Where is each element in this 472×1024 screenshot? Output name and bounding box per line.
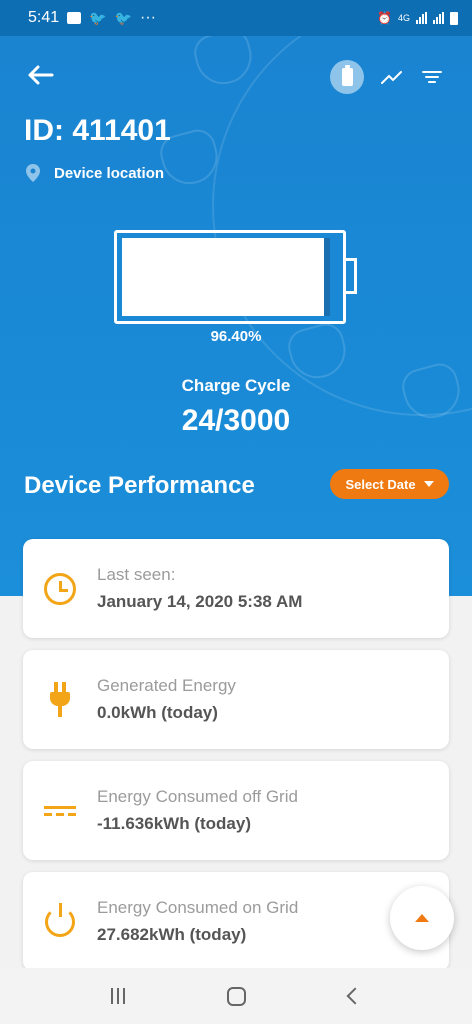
card-value: -11.636kWh (today): [97, 814, 251, 833]
last-seen-card: Last seen: January 14, 2020 5:38 AM: [23, 539, 449, 638]
device-location-link[interactable]: Device location: [26, 164, 164, 182]
select-date-label: Select Date: [345, 476, 416, 492]
card-label: Energy Consumed on Grid: [97, 898, 299, 917]
card-label: Last seen:: [97, 565, 176, 584]
dc-current-icon: [44, 804, 76, 818]
scroll-to-top-button[interactable]: [390, 886, 454, 950]
twitter-icon: 🐦: [114, 9, 133, 26]
card-value: 0.0kWh (today): [97, 703, 218, 722]
home-button[interactable]: [227, 986, 247, 1006]
plug-icon: [50, 681, 70, 718]
signal-icon: [416, 12, 427, 24]
battery-fill: [122, 238, 331, 316]
system-back-button[interactable]: [346, 987, 364, 1005]
system-navigation-bar: [0, 968, 472, 1024]
card-value: January 14, 2020 5:38 AM: [97, 592, 303, 611]
device-header: ID: 411401 Device location 96.40% Charge…: [0, 36, 472, 596]
section-title: Device Performance: [24, 472, 255, 499]
select-date-button[interactable]: Select Date: [330, 469, 449, 499]
card-value: 27.682kWh (today): [97, 925, 247, 944]
recent-apps-button[interactable]: [111, 988, 126, 1004]
twitter-icon: 🐦: [89, 9, 107, 26]
power-icon: [45, 902, 75, 937]
battery-percent: 96.40%: [210, 328, 262, 345]
battery-gauge: [114, 230, 346, 324]
gallery-icon: [67, 12, 82, 24]
status-time: 5:41: [28, 9, 60, 26]
battery-terminal: [345, 258, 357, 294]
device-id: ID: 411401: [24, 114, 171, 147]
signal-icon: [433, 12, 444, 24]
charge-cycle-label: Charge Cycle: [181, 376, 291, 395]
off-grid-energy-card: Energy Consumed off Grid -11.636kWh (tod…: [23, 761, 449, 860]
location-pin-icon: [26, 164, 40, 182]
battery-icon: [341, 65, 353, 86]
clock-icon: [44, 572, 76, 605]
trending-up-icon: [381, 71, 402, 84]
arrow-left-icon: [28, 65, 54, 85]
background-shape: [190, 36, 258, 91]
more-notifications: ···: [140, 9, 156, 26]
filter-button[interactable]: [420, 65, 444, 89]
generated-energy-card: Generated Energy 0.0kWh (today): [23, 650, 449, 749]
battery-status-icon: [450, 11, 458, 25]
arrow-up-icon: [415, 914, 429, 922]
battery-view-button[interactable]: [330, 60, 364, 94]
card-label: Generated Energy: [97, 676, 236, 695]
network-type: 4G: [397, 13, 410, 23]
dropdown-arrow-icon: [423, 481, 434, 487]
back-button[interactable]: [26, 64, 56, 90]
location-label: Device location: [54, 164, 165, 182]
trend-chart-button[interactable]: [380, 65, 404, 89]
on-grid-energy-card: Energy Consumed on Grid 27.682kWh (today…: [23, 872, 449, 971]
status-bar: 5:41 🐦 🐦 ··· ⏰ 4G: [0, 0, 472, 36]
filter-icon: [422, 71, 442, 83]
card-label: Energy Consumed off Grid: [97, 787, 298, 806]
charge-cycle-value: 24/3000: [181, 404, 291, 437]
alarm-icon: ⏰: [377, 11, 392, 25]
